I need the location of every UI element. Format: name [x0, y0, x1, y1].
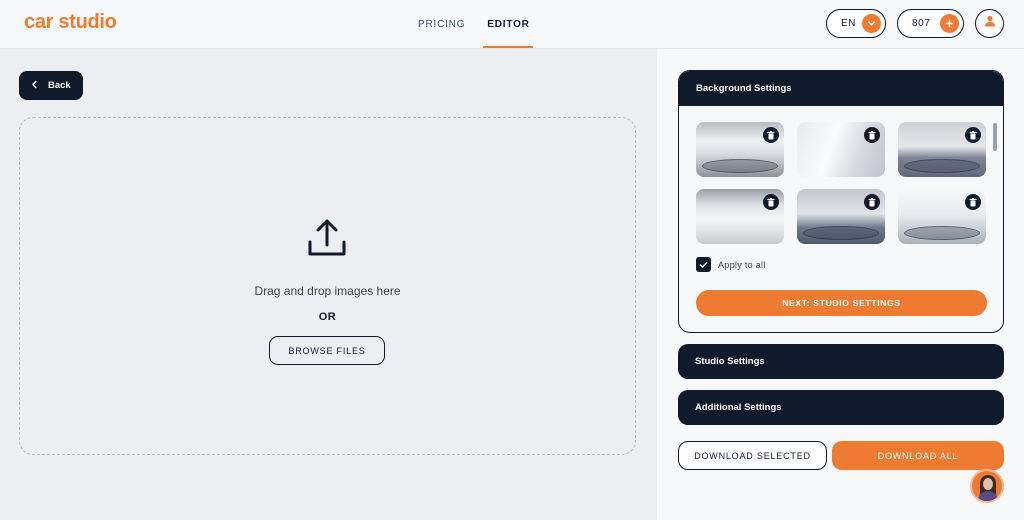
credits-value: 807	[912, 18, 931, 29]
nav-active-underline	[483, 46, 533, 48]
chat-avatar[interactable]	[970, 469, 1004, 503]
logo[interactable]: car studio	[24, 11, 117, 34]
thumbnail-floor	[904, 159, 980, 173]
additional-settings-section[interactable]: Additional Settings	[678, 390, 1004, 425]
studio-settings-section[interactable]: Studio Settings	[678, 344, 1004, 379]
trash-icon[interactable]	[965, 127, 981, 143]
background-thumbnail[interactable]	[797, 189, 885, 244]
language-label: EN	[841, 18, 857, 29]
back-label: Back	[48, 80, 71, 91]
dropzone-instructions: Drag and drop images here	[254, 284, 401, 298]
background-settings-header[interactable]: Background Settings	[679, 71, 1003, 106]
background-thumbnail[interactable]	[696, 189, 784, 244]
check-icon	[699, 261, 708, 268]
plus-icon[interactable]	[940, 14, 959, 33]
download-all-button[interactable]: DOWNLOAD ALL	[832, 441, 1004, 470]
or-divider: OR	[318, 311, 337, 323]
top-header: car studio PRICING EDITOR EN 807	[0, 0, 1024, 49]
back-button[interactable]: Back	[19, 71, 83, 100]
nav-pricing[interactable]: PRICING	[418, 0, 465, 49]
thumbnail-floor	[904, 226, 980, 240]
trash-icon[interactable]	[864, 127, 880, 143]
background-thumbnail[interactable]	[696, 122, 784, 177]
apply-to-all-option[interactable]: Apply to all	[696, 257, 766, 272]
chevron-left-icon	[31, 80, 38, 92]
trash-icon[interactable]	[864, 194, 880, 210]
background-thumbnail[interactable]	[898, 189, 986, 244]
trash-icon[interactable]	[763, 127, 779, 143]
thumbnail-floor	[803, 226, 879, 240]
apply-to-all-checkbox[interactable]	[696, 257, 711, 272]
thumbnail-floor	[702, 159, 778, 173]
apply-to-all-label: Apply to all	[718, 259, 766, 270]
download-selected-button[interactable]: DOWNLOAD SELECTED	[678, 441, 827, 470]
chevron-down-icon	[862, 14, 881, 33]
trash-icon[interactable]	[763, 194, 779, 210]
credits-counter[interactable]: 807	[897, 9, 964, 38]
user-icon	[983, 14, 997, 33]
trash-icon[interactable]	[965, 194, 981, 210]
background-thumbnail[interactable]	[898, 122, 986, 177]
language-selector[interactable]: EN	[826, 9, 886, 38]
upload-icon	[307, 217, 347, 264]
browse-files-button[interactable]: BROWSE FILES	[269, 336, 385, 365]
nav-editor[interactable]: EDITOR	[484, 0, 533, 49]
user-account-button[interactable]	[975, 9, 1004, 38]
thumbnail-scrollbar[interactable]	[993, 123, 997, 151]
background-thumbnail[interactable]	[797, 122, 885, 177]
next-studio-settings-button[interactable]: NEXT: STUDIO SETTINGS	[696, 290, 987, 316]
